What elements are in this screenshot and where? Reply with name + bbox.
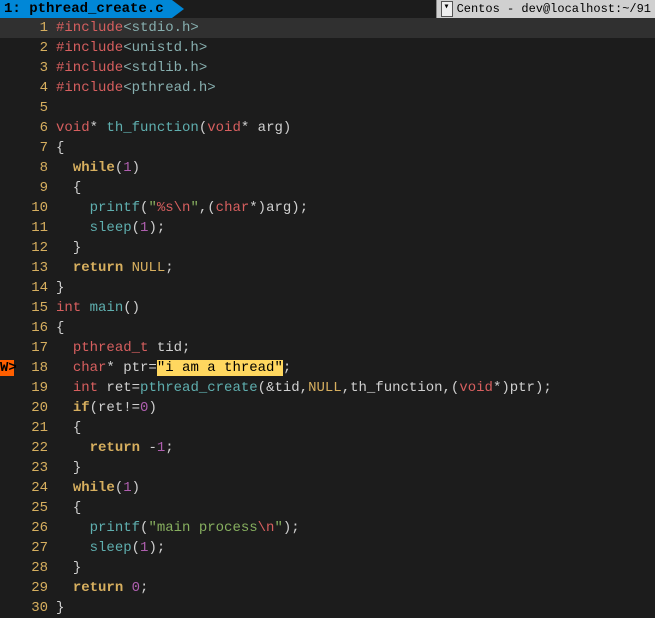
code-line[interactable]: 6void* th_function(void* arg) xyxy=(0,118,655,138)
line-number: 9 xyxy=(14,180,56,196)
line-number: 17 xyxy=(14,340,56,356)
code-line[interactable]: 9 { xyxy=(0,178,655,198)
line-number: 21 xyxy=(14,420,56,436)
code-line[interactable]: 14} xyxy=(0,278,655,298)
code-line[interactable]: 12 } xyxy=(0,238,655,258)
code-line[interactable]: 17 pthread_t tid; xyxy=(0,338,655,358)
code-content[interactable]: return -1; xyxy=(56,440,655,456)
code-line[interactable]: 29 return 0; xyxy=(0,578,655,598)
code-line[interactable]: 11 sleep(1); xyxy=(0,218,655,238)
code-content[interactable]: sleep(1); xyxy=(56,540,655,556)
code-line[interactable]: 28 } xyxy=(0,558,655,578)
code-line[interactable]: 7{ xyxy=(0,138,655,158)
line-number: 18 xyxy=(14,360,56,376)
code-line[interactable]: 23 } xyxy=(0,458,655,478)
buffer-tab-label: 1: pthread_create.c xyxy=(4,1,164,17)
code-content[interactable]: { xyxy=(56,320,655,336)
session-info[interactable]: ▾ Centos - dev@localhost:~/91 xyxy=(436,0,655,18)
line-number: 25 xyxy=(14,500,56,516)
line-number: 12 xyxy=(14,240,56,256)
line-number: 19 xyxy=(14,380,56,396)
code-line[interactable]: 21 { xyxy=(0,418,655,438)
code-line[interactable]: 30} xyxy=(0,598,655,618)
line-number: 16 xyxy=(14,320,56,336)
code-content[interactable]: #include<stdio.h> xyxy=(56,20,655,36)
code-content[interactable]: { xyxy=(56,140,655,156)
line-number: 23 xyxy=(14,460,56,476)
code-line[interactable]: 25 { xyxy=(0,498,655,518)
code-line[interactable]: 13 return NULL; xyxy=(0,258,655,278)
line-number: 8 xyxy=(14,160,56,176)
code-content[interactable]: } xyxy=(56,560,655,576)
code-content[interactable]: } xyxy=(56,280,655,296)
code-line[interactable]: 2#include<unistd.h> xyxy=(0,38,655,58)
warning-gutter-icon: W> xyxy=(0,360,14,376)
line-number: 27 xyxy=(14,540,56,556)
code-line[interactable]: 24 while(1) xyxy=(0,478,655,498)
buffer-tab[interactable]: 1: pthread_create.c xyxy=(0,0,172,18)
code-content[interactable]: } xyxy=(56,460,655,476)
code-line[interactable]: 4#include<pthread.h> xyxy=(0,78,655,98)
code-line[interactable]: 5 xyxy=(0,98,655,118)
code-content[interactable]: while(1) xyxy=(56,160,655,176)
line-number: 3 xyxy=(14,60,56,76)
code-content[interactable]: } xyxy=(56,240,655,256)
line-number: 10 xyxy=(14,200,56,216)
code-content[interactable]: void* th_function(void* arg) xyxy=(56,120,655,136)
line-number: 11 xyxy=(14,220,56,236)
code-line[interactable]: 20 if(ret!=0) xyxy=(0,398,655,418)
line-number: 1 xyxy=(14,20,56,36)
pin-icon: ▾ xyxy=(441,1,453,17)
code-line[interactable]: 1#include<stdio.h> xyxy=(0,18,655,38)
code-content[interactable]: if(ret!=0) xyxy=(56,400,655,416)
code-content[interactable]: #include<stdlib.h> xyxy=(56,60,655,76)
line-number: 2 xyxy=(14,40,56,56)
code-content[interactable]: { xyxy=(56,180,655,196)
code-content[interactable]: { xyxy=(56,500,655,516)
code-line[interactable]: 19 int ret=pthread_create(&tid,NULL,th_f… xyxy=(0,378,655,398)
code-line[interactable]: 15int main() xyxy=(0,298,655,318)
code-content[interactable]: return NULL; xyxy=(56,260,655,276)
code-content[interactable]: printf("main process\n"); xyxy=(56,520,655,536)
code-line[interactable]: 3#include<stdlib.h> xyxy=(0,58,655,78)
line-number: 30 xyxy=(14,600,56,616)
line-number: 5 xyxy=(14,100,56,116)
line-number: 6 xyxy=(14,120,56,136)
code-line[interactable]: 10 printf("%s\n",(char*)arg); xyxy=(0,198,655,218)
code-line[interactable]: 27 sleep(1); xyxy=(0,538,655,558)
code-content[interactable]: int main() xyxy=(56,300,655,316)
code-line[interactable]: 16{ xyxy=(0,318,655,338)
code-line[interactable]: 22 return -1; xyxy=(0,438,655,458)
code-content[interactable]: while(1) xyxy=(56,480,655,496)
code-content[interactable]: return 0; xyxy=(56,580,655,596)
line-number: 4 xyxy=(14,80,56,96)
line-number: 7 xyxy=(14,140,56,156)
line-number: 22 xyxy=(14,440,56,456)
session-label: Centos - dev@localhost:~/91 xyxy=(457,2,651,16)
code-content[interactable]: } xyxy=(56,600,655,616)
line-number: 28 xyxy=(14,560,56,576)
code-content[interactable]: printf("%s\n",(char*)arg); xyxy=(56,200,655,216)
line-number: 29 xyxy=(14,580,56,596)
top-bar: 1: pthread_create.c ▾ Centos - dev@local… xyxy=(0,0,655,18)
line-number: 26 xyxy=(14,520,56,536)
code-line[interactable]: 8 while(1) xyxy=(0,158,655,178)
code-editor[interactable]: 1#include<stdio.h>2#include<unistd.h>3#i… xyxy=(0,18,655,618)
code-content[interactable]: pthread_t tid; xyxy=(56,340,655,356)
line-number: 14 xyxy=(14,280,56,296)
code-content[interactable]: int ret=pthread_create(&tid,NULL,th_func… xyxy=(56,380,655,396)
code-line[interactable]: 26 printf("main process\n"); xyxy=(0,518,655,538)
top-spacer xyxy=(172,0,436,18)
code-content[interactable]: #include<pthread.h> xyxy=(56,80,655,96)
line-number: 13 xyxy=(14,260,56,276)
line-number: 15 xyxy=(14,300,56,316)
code-content[interactable]: char* ptr="i am a thread"; xyxy=(56,360,655,376)
code-content[interactable]: { xyxy=(56,420,655,436)
line-number: 20 xyxy=(14,400,56,416)
code-line[interactable]: W>18 char* ptr="i am a thread"; xyxy=(0,358,655,378)
line-number: 24 xyxy=(14,480,56,496)
code-content[interactable]: #include<unistd.h> xyxy=(56,40,655,56)
code-content[interactable]: sleep(1); xyxy=(56,220,655,236)
